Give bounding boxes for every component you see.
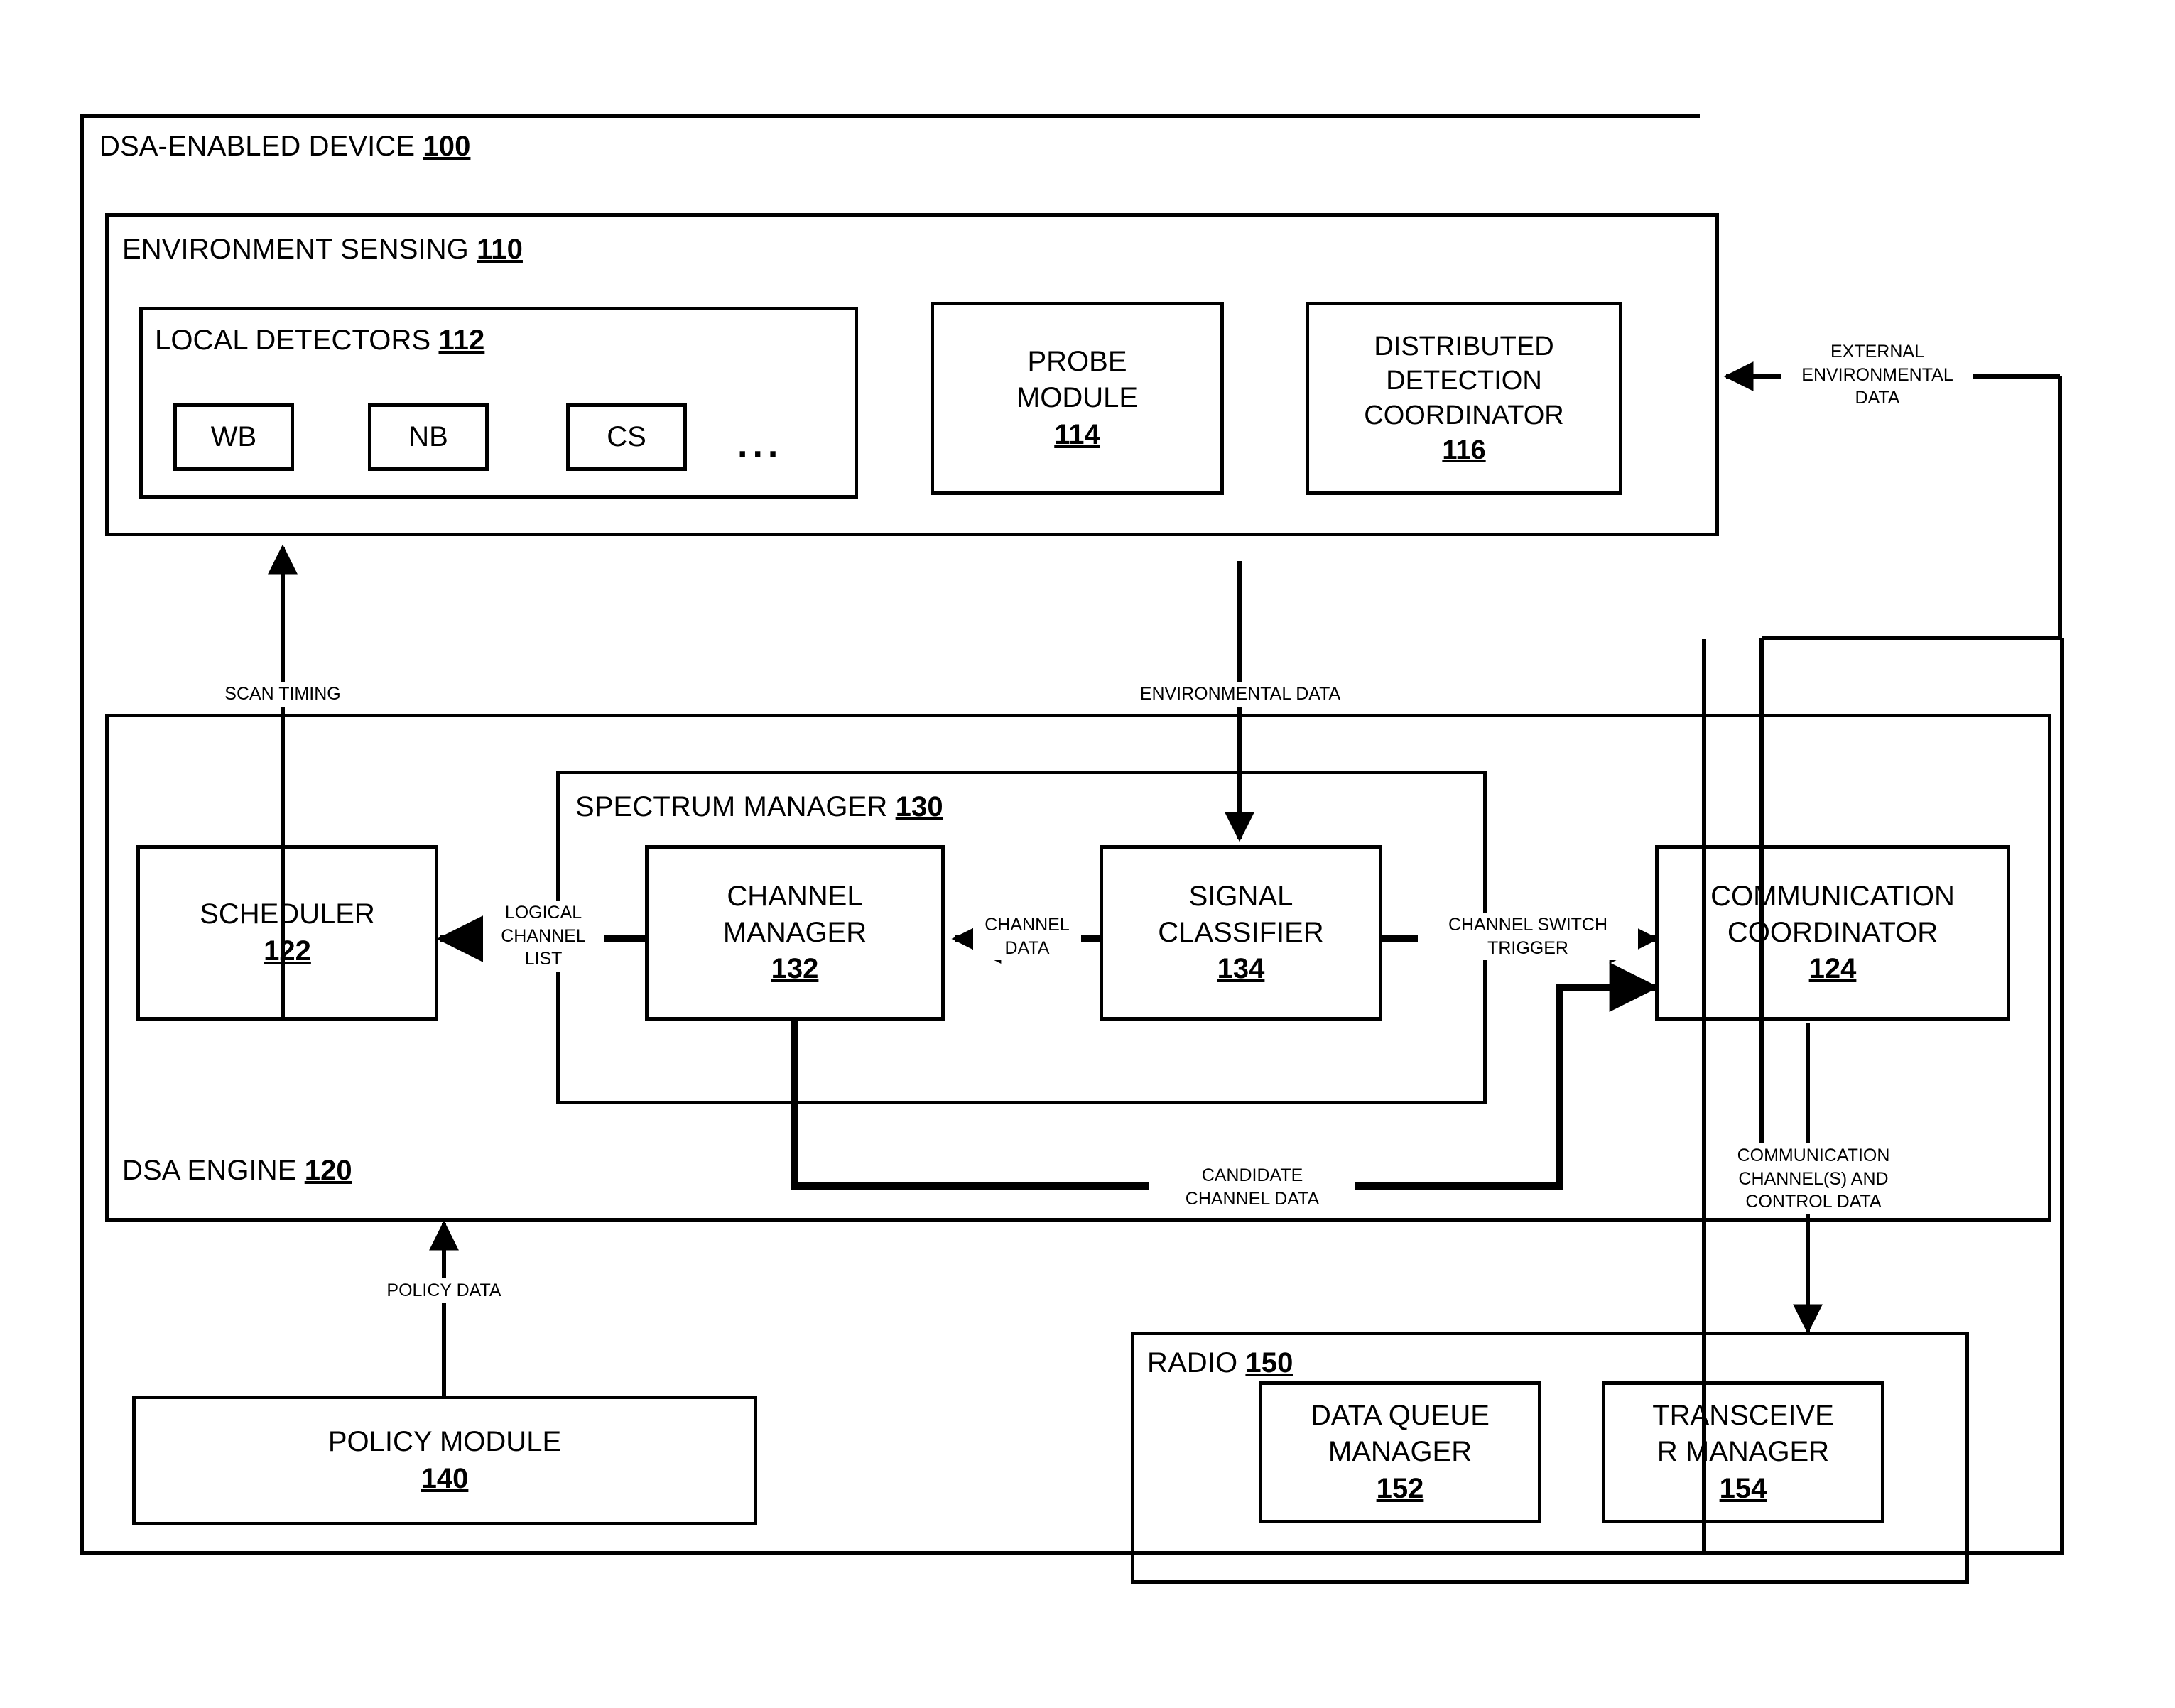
block-policy-module-line-1: POLICY MODULE [327,1426,562,1458]
block-signal-classifier-line-1: SIGNAL [1188,880,1293,912]
block-probe-module-line-2: MODULE [1016,382,1139,414]
container-title-device-text: DSA-ENABLED DEVICE [99,131,416,162]
block-communication-coordinator-line-2: COORDINATOR [1727,916,1938,948]
edge-label-external-environmental-data: EXTERNAL ENVIRONMENTAL DATA [1781,339,1973,410]
block-scheduler-label: SCHEDULER 122 [136,845,438,1021]
edge-label-candidate-channel-data: CANDIDATE CHANNEL DATA [1149,1163,1355,1211]
block-transceiver-manager-number: 154 [1719,1472,1767,1504]
container-title-environment-sensing: ENVIRONMENT SENSING 110 [122,234,523,264]
block-channel-manager-line-2: MANAGER [722,916,867,948]
block-channel-manager-label: CHANNEL MANAGER 132 [645,845,945,1021]
diagram-canvas: DSA-ENABLED DEVICE 100 ENVIRONMENT SENSI… [0,0,2175,1708]
container-title-device: DSA-ENABLED DEVICE 100 [99,131,470,161]
edge-label-communication-channels-control-data: COMMUNICATION CHANNEL(S) AND CONTROL DAT… [1710,1143,1916,1214]
block-signal-classifier-line-2: CLASSIFIER [1158,916,1324,948]
block-ddc-line-2: DETECTION [1386,366,1542,396]
block-signal-classifier-number: 134 [1217,953,1265,985]
block-channel-manager-line-1: CHANNEL [727,880,863,912]
edge-label-channel-switch-trigger: CHANNEL SWITCH TRIGGER [1418,913,1638,960]
block-transceiver-manager-label: TRANSCEIVE R MANAGER 154 [1602,1381,1884,1523]
container-number-radio: 150 [1245,1347,1293,1378]
block-ddc-line-1: DISTRIBUTED [1374,331,1554,361]
block-data-queue-manager-line-2: MANAGER [1328,1436,1472,1468]
block-detector-wb-label: WB [210,421,257,452]
block-policy-module-number: 140 [421,1462,469,1494]
block-channel-manager-number: 132 [771,953,819,985]
container-title-spectrum-manager-text: SPECTRUM MANAGER [575,791,888,822]
container-number-device: 100 [423,131,471,162]
edge-label-channel-data: CHANNEL DATA [973,913,1081,960]
block-transceiver-manager-line-2: R MANAGER [1656,1436,1830,1468]
block-policy-module-label: POLICY MODULE 140 [132,1396,757,1525]
edge-label-scan-timing: SCAN TIMING [200,682,365,707]
block-communication-coordinator-number: 124 [1808,953,1857,985]
container-dsa-enabled-device-right-edge [2060,638,2064,1555]
block-probe-module-number: 114 [1054,418,1100,450]
container-title-local-detectors-text: LOCAL DETECTORS [155,325,431,356]
container-title-spectrum-manager: SPECTRUM MANAGER 130 [575,792,943,822]
container-title-dsa-engine-text: DSA ENGINE [122,1155,297,1186]
container-number-environment-sensing: 110 [477,234,523,265]
block-ddc-line-3: COORDINATOR [1364,401,1564,430]
block-scheduler-line-1: SCHEDULER [200,898,375,930]
block-probe-module-line-1: PROBE [1027,346,1127,378]
block-scheduler-number: 122 [264,935,311,967]
block-detector-nb-label: NB [408,421,448,452]
container-title-dsa-engine: DSA ENGINE 120 [122,1155,352,1185]
block-ddc-number: 116 [1442,435,1486,465]
block-detector-cs-label: CS [607,421,646,452]
edge-label-logical-channel-list: LOGICAL CHANNEL LIST [483,901,604,972]
container-title-environment-sensing-text: ENVIRONMENT SENSING [122,234,469,265]
block-communication-coordinator-line-1: COMMUNICATION [1710,880,1955,912]
container-title-radio: RADIO 150 [1147,1348,1293,1378]
container-title-local-detectors: LOCAL DETECTORS 112 [155,325,484,355]
block-data-queue-manager-line-1: DATA QUEUE [1311,1400,1490,1432]
container-title-radio-text: RADIO [1147,1347,1238,1378]
edge-label-environmental-data: ENVIRONMENTAL DATA [1102,682,1378,707]
block-communication-coordinator-label: COMMUNICATION COORDINATOR 124 [1655,845,2010,1021]
container-number-local-detectors: 112 [438,325,485,356]
block-signal-classifier-label: SIGNAL CLASSIFIER 134 [1100,845,1382,1021]
detectors-ellipsis: ... [737,424,783,465]
edge-label-policy-data: POLICY DATA [355,1278,533,1303]
container-number-dsa-engine: 120 [304,1155,352,1186]
block-data-queue-manager-number: 152 [1376,1472,1424,1504]
block-transceiver-manager-line-1: TRANSCEIVE [1652,1400,1834,1432]
block-distributed-detection-coordinator-label: DISTRIBUTED DETECTION COORDINATOR 116 [1306,302,1622,495]
block-data-queue-manager-label: DATA QUEUE MANAGER 152 [1259,1381,1541,1523]
container-number-spectrum-manager: 130 [895,791,943,822]
block-probe-module-label: PROBE MODULE 114 [931,302,1224,495]
